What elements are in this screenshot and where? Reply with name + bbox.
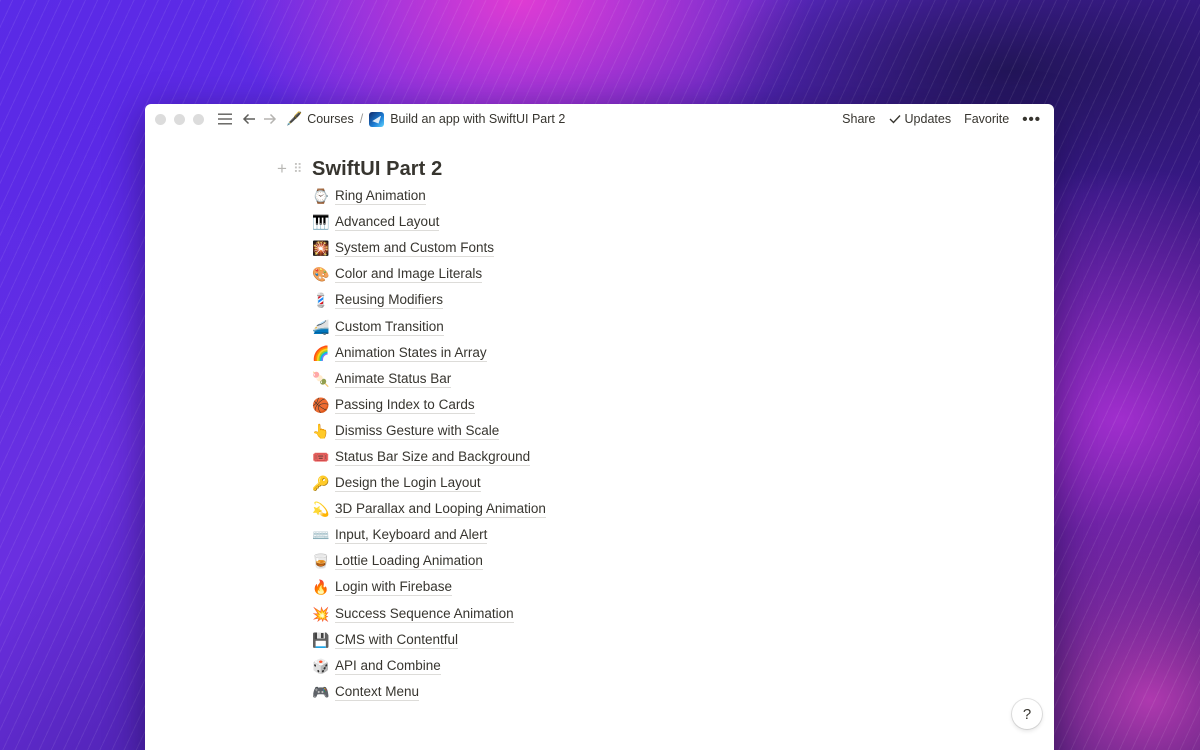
barber-pole-icon: 💈: [312, 292, 330, 309]
list-item[interactable]: 💫 3D Parallax and Looping Animation: [312, 496, 546, 522]
ticket-icon: 🎟️: [312, 448, 330, 465]
collision-icon: 💥: [312, 605, 330, 622]
palette-icon: 🎨: [312, 266, 330, 283]
page-link[interactable]: Login with Firebase: [335, 578, 453, 597]
list-item[interactable]: 💈 Reusing Modifiers: [312, 287, 546, 313]
list-item[interactable]: 🥃 Lottie Loading Animation: [312, 548, 546, 574]
page-link[interactable]: Custom Transition: [335, 318, 444, 336]
breadcrumb: 🖋️ Courses / Build an app with SwiftUI P…: [286, 111, 565, 127]
page-link[interactable]: Animation States in Array: [335, 344, 487, 362]
page-link[interactable]: Animate Status Bar: [335, 370, 452, 388]
list-item[interactable]: 💥 Success Sequence Animation: [312, 601, 546, 627]
page-link[interactable]: Dismiss Gesture with Scale: [335, 422, 500, 440]
key-icon: 🔑: [312, 475, 330, 492]
course-list: ⌚ Ring Animation 🎹 Advanced Layout 🎇 Sys…: [312, 183, 546, 705]
dizzy-icon: 💫: [312, 501, 330, 518]
piano-icon: 🎹: [312, 214, 330, 231]
favorite-button[interactable]: Favorite: [964, 112, 1009, 126]
zoom-window-button[interactable]: [193, 113, 204, 125]
close-window-button[interactable]: [155, 113, 166, 125]
rainbow-icon: 🌈: [312, 344, 330, 361]
list-item[interactable]: 🔥 Login with Firebase: [312, 574, 546, 600]
list-item[interactable]: ⌨️ Input, Keyboard and Alert: [312, 522, 546, 548]
keyboard-icon: ⌨️: [312, 527, 330, 544]
forward-arrow-icon[interactable]: [260, 109, 280, 129]
list-item[interactable]: 🚄 Custom Transition: [312, 313, 546, 339]
page-link[interactable]: CMS with Contentful: [335, 631, 459, 649]
page-link[interactable]: Reusing Modifiers: [335, 291, 444, 310]
updates-label: Updates: [904, 112, 952, 126]
list-item[interactable]: 🍡 Animate Status Bar: [312, 366, 546, 392]
pen-icon: 🖋️: [286, 111, 303, 126]
breadcrumb-courses-link[interactable]: Courses: [307, 112, 354, 126]
page-title: SwiftUI Part 2: [312, 157, 443, 180]
page-link[interactable]: Color and Image Literals: [335, 265, 483, 284]
page-link[interactable]: Design the Login Layout: [335, 474, 481, 493]
window-topbar: 🖋️ Courses / Build an app with SwiftUI P…: [145, 104, 1054, 134]
list-item[interactable]: 🎹 Advanced Layout: [312, 209, 546, 235]
title-block: + ⠿ SwiftUI Part 2: [275, 156, 546, 182]
more-options-icon[interactable]: •••: [1022, 111, 1041, 128]
list-item[interactable]: 🌈 Animation States in Array: [312, 340, 546, 366]
list-item[interactable]: 💾 CMS with Contentful: [312, 627, 546, 653]
page-content: + ⠿ SwiftUI Part 2 ⌚ Ring Animation 🎹 Ad…: [275, 156, 546, 705]
list-item[interactable]: 🏀 Passing Index to Cards: [312, 392, 546, 418]
help-button[interactable]: ?: [1012, 699, 1042, 729]
updates-button[interactable]: Updates: [889, 112, 952, 126]
list-item[interactable]: 🎮 Context Menu: [312, 679, 546, 705]
page-link[interactable]: Success Sequence Animation: [335, 605, 514, 623]
page-link[interactable]: API and Combine: [335, 657, 441, 675]
floppy-disk-icon: 💾: [312, 631, 330, 648]
page-link[interactable]: Ring Animation: [335, 187, 426, 206]
page-link[interactable]: System and Custom Fonts: [335, 239, 495, 258]
page-link[interactable]: Advanced Layout: [335, 213, 440, 232]
list-item[interactable]: ⌚ Ring Animation: [312, 183, 546, 209]
breadcrumb-current-page[interactable]: Build an app with SwiftUI Part 2: [390, 112, 565, 126]
list-item[interactable]: 🎨 Color and Image Literals: [312, 261, 546, 287]
swiftui-app-icon: [369, 111, 385, 127]
list-item[interactable]: 🎲 API and Combine: [312, 653, 546, 679]
add-block-icon[interactable]: +: [275, 160, 289, 177]
dice-icon: 🎲: [312, 657, 330, 674]
page-link[interactable]: Lottie Loading Animation: [335, 552, 483, 571]
basketball-icon: 🏀: [312, 396, 330, 413]
page-link[interactable]: 3D Parallax and Looping Animation: [335, 500, 546, 519]
dango-icon: 🍡: [312, 370, 330, 387]
train-icon: 🚄: [312, 318, 330, 335]
tumbler-glass-icon: 🥃: [312, 553, 330, 570]
sidebar-menu-icon[interactable]: [215, 109, 235, 129]
back-arrow-icon[interactable]: [239, 109, 259, 129]
window-controls: [155, 113, 204, 125]
minimize-window-button[interactable]: [174, 113, 185, 125]
checkmark-icon: [889, 115, 901, 124]
list-item[interactable]: 🎟️ Status Bar Size and Background: [312, 444, 546, 470]
breadcrumb-separator: /: [359, 112, 364, 126]
list-item[interactable]: 🔑 Design the Login Layout: [312, 470, 546, 496]
page-link[interactable]: Status Bar Size and Background: [335, 448, 531, 466]
sparkler-icon: 🎇: [312, 240, 330, 257]
drag-handle-icon[interactable]: ⠿: [293, 162, 305, 176]
page-link[interactable]: Context Menu: [335, 683, 420, 701]
page-link[interactable]: Input, Keyboard and Alert: [335, 526, 488, 545]
pointing-finger-icon: 👆: [312, 422, 330, 439]
help-label: ?: [1022, 705, 1032, 723]
page-link[interactable]: Passing Index to Cards: [335, 396, 475, 414]
list-item[interactable]: 🎇 System and Custom Fonts: [312, 235, 546, 261]
app-window: 🖋️ Courses / Build an app with SwiftUI P…: [145, 104, 1054, 750]
watch-icon: ⌚: [312, 188, 330, 205]
game-controller-icon: 🎮: [312, 683, 330, 700]
list-item[interactable]: 👆 Dismiss Gesture with Scale: [312, 418, 546, 444]
share-button[interactable]: Share: [842, 112, 875, 126]
fire-icon: 🔥: [312, 579, 330, 596]
